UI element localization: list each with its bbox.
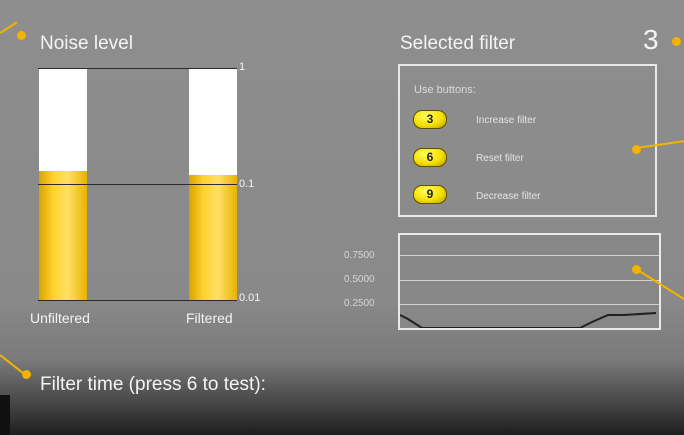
tick-label: 0.1 [239, 178, 255, 190]
decrease-filter-label: Decrease filter [476, 191, 541, 202]
category-label-unfiltered: Unfiltered [30, 310, 90, 326]
graph-y-label: 0.2500 [344, 298, 375, 309]
bar-unfiltered [39, 170, 87, 300]
gridline-1 [38, 68, 237, 69]
graph-y-label: 0.5000 [344, 274, 375, 285]
noise-level-title: Noise level [40, 33, 133, 54]
filter-time-label: Filter time (press 6 to test): [40, 374, 266, 395]
increase-filter-key[interactable]: 3 [413, 110, 447, 129]
graph-trace [400, 312, 657, 328]
callout-line [0, 21, 18, 34]
callout-dot [22, 370, 31, 379]
decrease-filter-key[interactable]: 9 [413, 185, 447, 204]
selected-filter-title: Selected filter [400, 33, 516, 54]
category-label-filtered: Filtered [186, 310, 233, 326]
graph-line [400, 312, 657, 328]
tick-label: 0.01 [239, 292, 261, 304]
reset-filter-label: Reset filter [476, 153, 524, 164]
app-screen: Noise level 1 0.1 0.01 Unfiltered Filter… [0, 0, 684, 435]
callout-dot [17, 31, 26, 40]
selected-filter-value: 3 [643, 24, 659, 55]
callout-dot [672, 37, 681, 46]
increase-filter-label: Increase filter [476, 115, 537, 126]
instructions-label: Use buttons: [414, 84, 476, 96]
reset-filter-key[interactable]: 6 [413, 148, 447, 167]
frame-edge [0, 395, 10, 435]
graph-y-label: 0.7500 [344, 250, 375, 261]
bar-filtered [189, 174, 237, 300]
gridline-0-1 [38, 184, 237, 185]
tick-label: 1 [239, 61, 246, 73]
gridline-0-01 [38, 300, 237, 301]
